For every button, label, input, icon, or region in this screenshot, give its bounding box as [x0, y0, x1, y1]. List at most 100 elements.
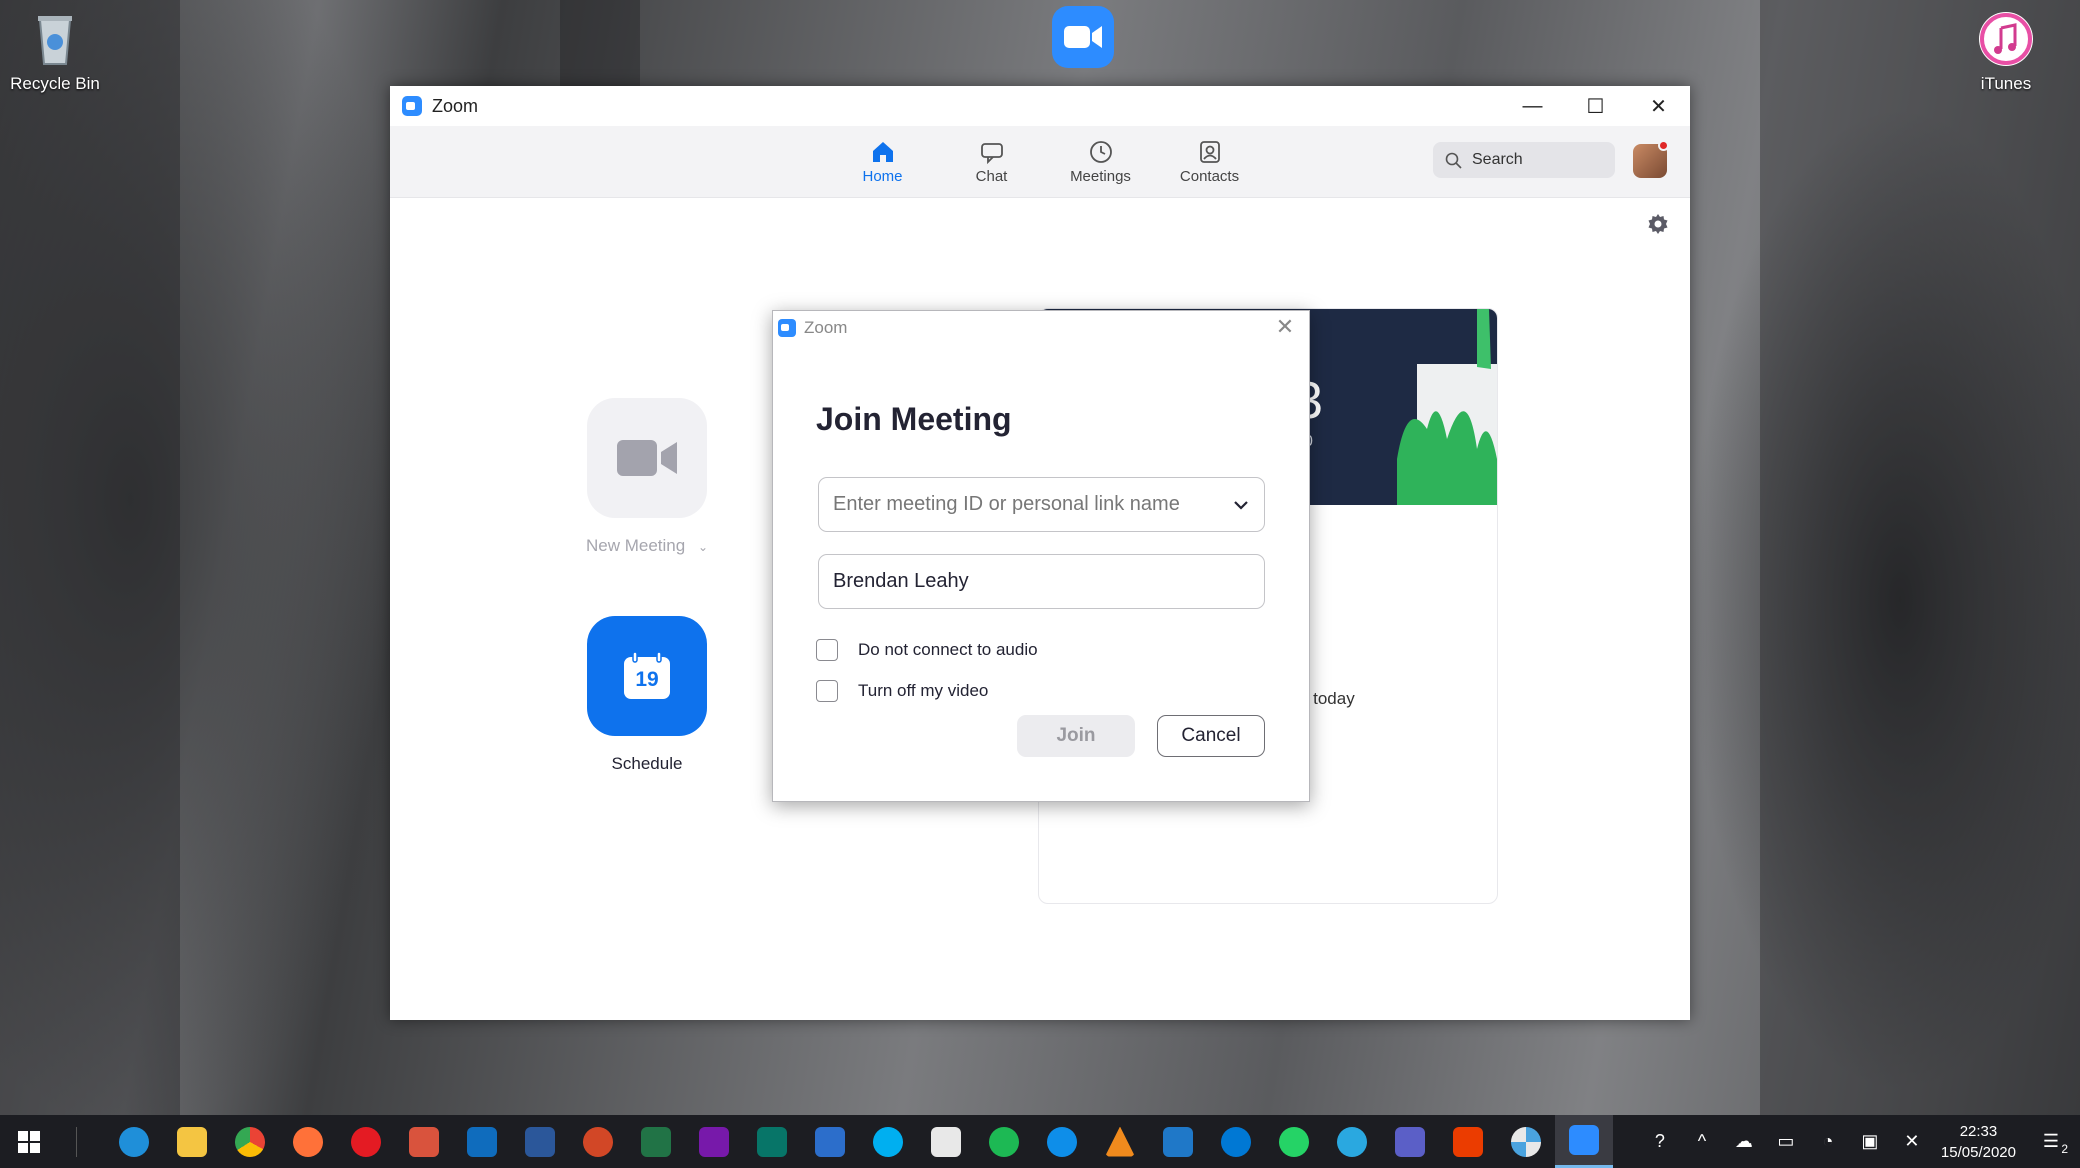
option-no-audio[interactable]: Do not connect to audio: [816, 639, 1038, 661]
edge-icon: [119, 1126, 149, 1157]
no-audio-checkbox[interactable]: [816, 639, 838, 661]
taskbar-office[interactable]: [1439, 1115, 1497, 1168]
zoom-app-icon: [1569, 1125, 1599, 1155]
tab-contacts[interactable]: Contacts: [1155, 126, 1264, 198]
taskbar-app-blue[interactable]: [1149, 1115, 1207, 1168]
taskbar-whatsapp[interactable]: [1265, 1115, 1323, 1168]
new-meeting-tile[interactable]: [587, 398, 707, 518]
join-button[interactable]: Join: [1017, 715, 1135, 757]
home-icon: [872, 142, 893, 162]
taskbar-app-pinwheel[interactable]: [1497, 1115, 1555, 1168]
option-label: Do not connect to audio: [858, 640, 1038, 659]
contacts-icon: [1199, 141, 1220, 163]
taskbar-skype-business[interactable]: [1207, 1115, 1265, 1168]
app-icon: [409, 1126, 439, 1157]
help-icon[interactable]: ?: [1639, 1131, 1681, 1152]
tab-chat[interactable]: Chat: [937, 126, 1046, 198]
schedule-action[interactable]: 19 Schedule: [582, 616, 712, 774]
tab-label: Contacts: [1179, 168, 1240, 185]
notification-center-icon[interactable]: ☰ 2: [2030, 1131, 2072, 1156]
outlook-icon: [467, 1126, 497, 1157]
start-button[interactable]: [0, 1115, 58, 1168]
app-icon: [1163, 1126, 1193, 1157]
recycle-bin-icon: [26, 10, 84, 68]
notification-dot: [1658, 140, 1669, 151]
taskbar-chrome[interactable]: [221, 1115, 279, 1168]
desktop-icon-recycle-bin[interactable]: Recycle Bin: [0, 10, 110, 94]
close-button[interactable]: ✕: [1627, 86, 1690, 126]
desktop-icon-zoom[interactable]: [1026, 6, 1136, 70]
minimize-button[interactable]: —: [1501, 86, 1564, 126]
taskbar-opera[interactable]: [337, 1115, 395, 1168]
schedule-label: Schedule: [611, 754, 683, 773]
spotify-icon: [989, 1126, 1019, 1157]
volume-muted-icon[interactable]: ✕: [1891, 1131, 1933, 1152]
taskbar-skype[interactable]: [859, 1115, 917, 1168]
tab-label: Chat: [975, 168, 1008, 185]
dialog-heading: Join Meeting: [816, 401, 1012, 437]
vlc-icon: [1105, 1126, 1135, 1157]
top-nav: Home Chat Meetings Contacts Search: [390, 126, 1690, 198]
taskbar-teamviewer[interactable]: [1033, 1115, 1091, 1168]
title-bar[interactable]: Zoom — ☐ ✕: [390, 86, 1690, 126]
maximize-button[interactable]: ☐: [1564, 86, 1627, 126]
taskbar-whiteboard[interactable]: [801, 1115, 859, 1168]
system-tray: ? ^ ☁ ▭ ◔ ▣ ✕ 22:33 15/05/2020 ☰ 2: [1639, 1115, 2080, 1168]
display-name-input[interactable]: Brendan Leahy: [818, 554, 1265, 609]
video-off-checkbox[interactable]: [816, 680, 838, 702]
teams-icon: [1395, 1126, 1425, 1157]
taskbar-publisher[interactable]: [743, 1115, 801, 1168]
taskbar-edge[interactable]: [105, 1115, 163, 1168]
cloud-icon[interactable]: ☁: [1723, 1131, 1765, 1152]
zoom-logo-icon: [778, 319, 796, 337]
taskbar-word[interactable]: [511, 1115, 569, 1168]
shield-icon: [931, 1126, 961, 1157]
taskbar-onenote[interactable]: [685, 1115, 743, 1168]
taskbar-vlc[interactable]: [1091, 1115, 1149, 1168]
dialog-title-bar[interactable]: Zoom: [773, 311, 1309, 345]
taskbar-spotify[interactable]: [975, 1115, 1033, 1168]
meeting-id-input[interactable]: Enter meeting ID or personal link name: [818, 477, 1265, 532]
calendar-day: 19: [635, 668, 659, 691]
taskbar-outlook[interactable]: [453, 1115, 511, 1168]
powerpoint-icon: [583, 1126, 613, 1157]
tab-label: Home: [862, 168, 903, 185]
skype-icon: [873, 1126, 903, 1157]
publisher-icon: [757, 1126, 787, 1157]
chevron-down-icon[interactable]: ⌄: [698, 540, 708, 554]
taskbar-teams[interactable]: [1381, 1115, 1439, 1168]
desktop-icon-label: Recycle Bin: [10, 74, 100, 93]
battery-icon[interactable]: ▭: [1765, 1131, 1807, 1152]
taskbar-file-explorer[interactable]: [163, 1115, 221, 1168]
itunes-icon: [1977, 10, 2035, 68]
tab-meetings[interactable]: Meetings: [1046, 126, 1155, 198]
chevron-up-icon[interactable]: ^: [1681, 1131, 1723, 1152]
taskbar-excel[interactable]: [627, 1115, 685, 1168]
taskbar-zoom[interactable]: [1555, 1115, 1613, 1168]
display-icon[interactable]: ▣: [1849, 1131, 1891, 1152]
tab-home[interactable]: Home: [828, 126, 937, 198]
office-icon: [1453, 1126, 1483, 1157]
taskbar-app-red[interactable]: [395, 1115, 453, 1168]
taskbar-clock[interactable]: 22:33 15/05/2020: [1941, 1121, 2016, 1163]
new-meeting-action[interactable]: New Meeting ⌄: [582, 398, 712, 556]
plant-icon: [1397, 309, 1497, 505]
dialog-title: Zoom: [804, 318, 848, 337]
taskbar-powerpoint[interactable]: [569, 1115, 627, 1168]
option-video-off[interactable]: Turn off my video: [816, 680, 988, 702]
taskbar-firefox[interactable]: [279, 1115, 337, 1168]
settings-gear-icon[interactable]: [1646, 212, 1670, 236]
word-icon: [525, 1126, 555, 1157]
windows-start-icon: [18, 1130, 40, 1153]
cancel-button[interactable]: Cancel: [1157, 715, 1265, 757]
taskbar-defender[interactable]: [917, 1115, 975, 1168]
dialog-close-button[interactable]: ✕: [1275, 316, 1295, 338]
desktop-icon-itunes[interactable]: iTunes: [1951, 10, 2061, 94]
wifi-icon[interactable]: ◔: [1807, 1131, 1849, 1152]
schedule-tile[interactable]: 19: [587, 616, 707, 736]
chevron-down-icon[interactable]: [1232, 496, 1250, 514]
search-box[interactable]: Search: [1433, 142, 1615, 178]
display-name-value: Brendan Leahy: [833, 570, 969, 592]
app-icon: [1337, 1126, 1367, 1157]
taskbar-app-cyan[interactable]: [1323, 1115, 1381, 1168]
